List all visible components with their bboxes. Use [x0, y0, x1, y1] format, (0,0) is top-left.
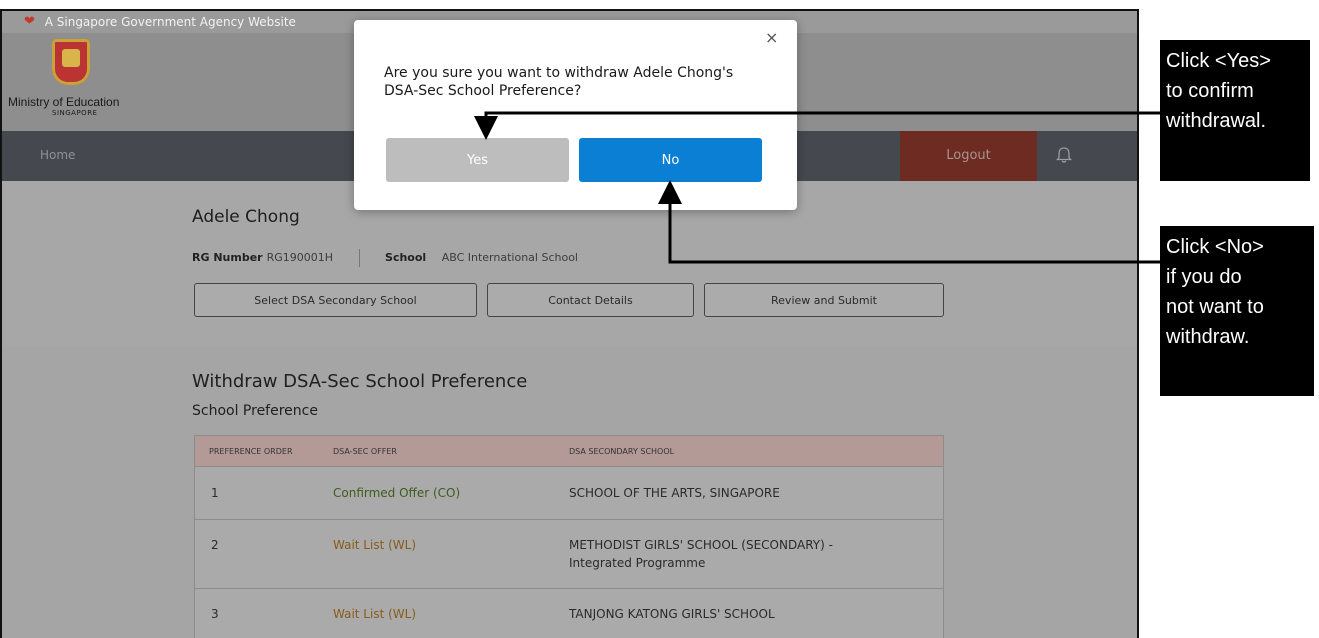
yes-button[interactable]: Yes: [386, 138, 569, 182]
yes-callout-line: to confirm: [1166, 80, 1254, 102]
modal-overlay: × Are you sure you want to withdraw Adel…: [0, 0, 1139, 638]
dialog-message-line1: Are you sure you want to withdraw Adele …: [384, 65, 734, 81]
yes-callout-line: Click <Yes>: [1166, 50, 1271, 72]
yes-instruction-callout: Click <Yes> to confirm withdrawal.: [1160, 40, 1310, 181]
no-callout-line: if you do: [1166, 266, 1242, 288]
confirm-withdraw-dialog: × Are you sure you want to withdraw Adel…: [354, 20, 797, 210]
no-callout-line: not want to: [1166, 296, 1264, 318]
no-instruction-callout: Click <No> if you do not want to withdra…: [1160, 226, 1314, 396]
dialog-message-line2: DSA-Sec School Preference?: [384, 83, 582, 99]
yes-callout-line: withdrawal.: [1166, 110, 1267, 132]
no-callout-line: Click <No>: [1166, 236, 1264, 258]
no-callout-line: withdraw.: [1166, 326, 1250, 348]
dialog-message: Are you sure you want to withdraw Adele …: [384, 64, 764, 100]
close-icon[interactable]: ×: [765, 28, 778, 47]
no-button[interactable]: No: [579, 138, 762, 182]
